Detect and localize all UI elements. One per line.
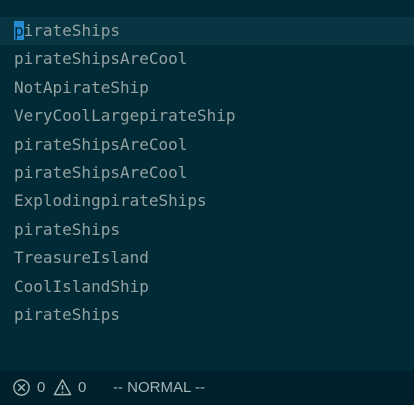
editor-area[interactable]: pirateShips pirateShipsAreCool NotApirat…: [0, 0, 414, 369]
editor-line-2[interactable]: pirateShipsAreCool: [0, 45, 414, 73]
line-text: pirateShipsAreCool: [14, 49, 188, 69]
line-text: VeryCoolLargepirateShip: [14, 106, 236, 126]
line-text-after-cursor: irateShips: [23, 21, 120, 40]
error-circle-icon[interactable]: [12, 378, 31, 397]
block-cursor: p: [14, 21, 24, 40]
editor-line-10[interactable]: CoolIslandShip: [0, 273, 414, 301]
editor-line-9[interactable]: TreasureIsland: [0, 244, 414, 272]
editor-line-4[interactable]: VeryCoolLargepirateShip: [0, 102, 414, 130]
line-text: pirateShips: [14, 305, 120, 324]
line-text: TreasureIsland: [14, 248, 149, 268]
line-text: NotApirateShip: [14, 77, 149, 97]
line-text: CoolIslandShip: [14, 276, 149, 296]
status-bar: 0 0 -- NORMAL --: [0, 369, 414, 405]
line-text: pirateShipsAreCool: [14, 134, 188, 154]
editor-line-5[interactable]: pirateShipsAreCool: [0, 131, 414, 159]
vim-mode-indicator: -- NORMAL --: [113, 379, 205, 396]
editor-line-8[interactable]: pirateShips: [0, 216, 414, 244]
editor-line-7[interactable]: ExplodingpirateShips: [0, 187, 414, 215]
editor-line-6[interactable]: pirateShipsAreCool: [0, 159, 414, 187]
editor-line-3[interactable]: NotApirateShip: [0, 74, 414, 102]
line-text: pirateShips: [14, 219, 120, 239]
error-count[interactable]: 0: [37, 370, 45, 405]
line-text: pirateShips: [14, 17, 120, 45]
warning-count[interactable]: 0: [78, 370, 86, 405]
editor-line-1[interactable]: pirateShips: [0, 17, 414, 46]
line-text: ExplodingpirateShips: [14, 191, 207, 211]
editor-line-11[interactable]: pirateShips: [0, 301, 414, 329]
line-text: pirateShipsAreCool: [14, 163, 188, 182]
warning-triangle-icon[interactable]: [53, 378, 72, 397]
